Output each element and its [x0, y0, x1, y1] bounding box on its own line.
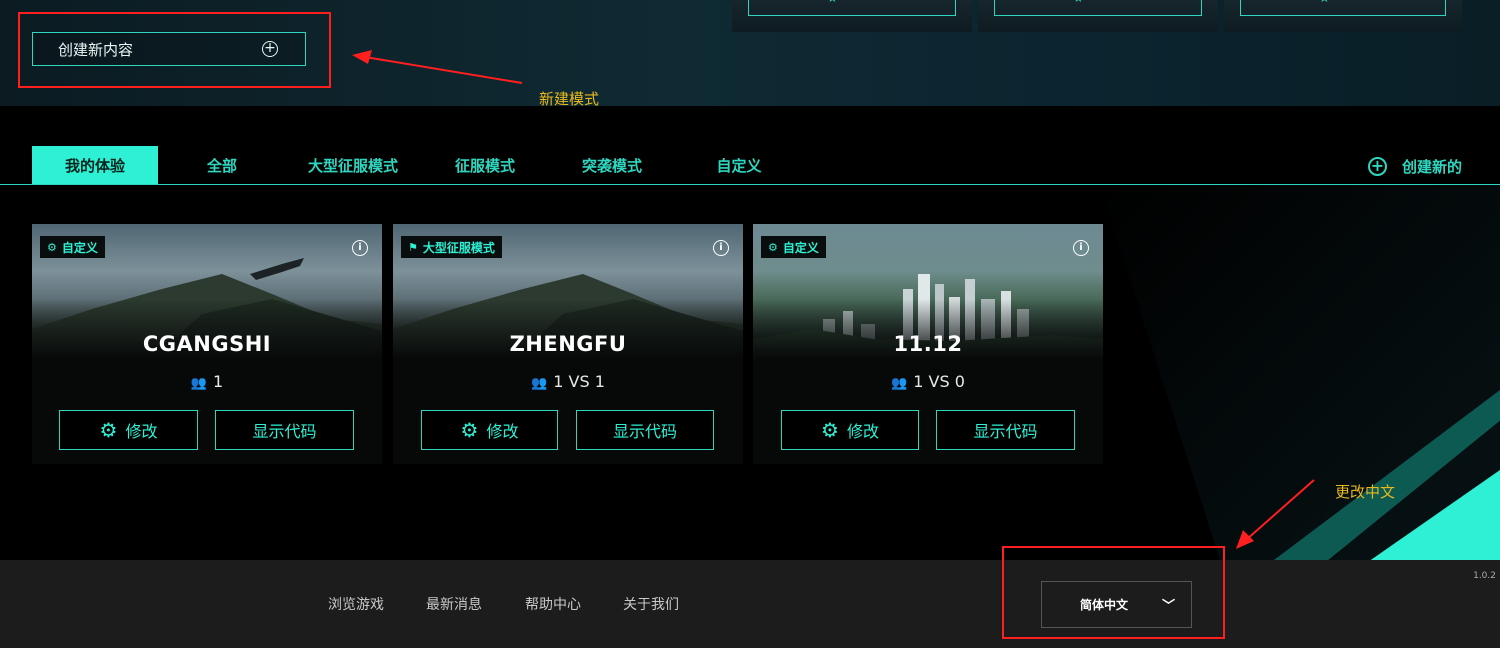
- player-count: 👥 1: [32, 372, 382, 391]
- hero-tile: [732, 0, 972, 32]
- version-label: 1.0.2: [1473, 571, 1496, 581]
- experience-title: ZHENGFU: [509, 332, 627, 356]
- annotation-box-language: [1002, 546, 1225, 639]
- mode-badge: ⚑ 大型征服模式: [401, 236, 502, 258]
- create-new-label: 创建新的: [1401, 158, 1462, 176]
- background-decor: [1100, 185, 1500, 560]
- tab-breakthrough-large[interactable]: 大型征服模式: [294, 146, 412, 184]
- mode-badge-label: 自定义: [782, 240, 819, 255]
- experience-card[interactable]: ⚑ 大型征服模式 i ZHENGFU 👥 1 VS 1 ⚙ 修改 显示代码: [393, 224, 743, 464]
- gear-icon: ⚙: [47, 240, 57, 254]
- mode-tabs: 我的体验 全部 大型征服模式 征服模式 突袭模式 自定义 + 创建新的: [0, 146, 1500, 185]
- footer-link-about[interactable]: 关于我们: [623, 594, 679, 614]
- gear-icon: ⚙: [768, 240, 778, 254]
- experience-title: 11.12: [893, 332, 963, 356]
- player-count: 👥 1 VS 1: [393, 372, 743, 391]
- footer-link-help[interactable]: 帮助中心: [525, 594, 581, 614]
- show-code-button[interactable]: 显示代码: [936, 410, 1075, 450]
- create-new-link[interactable]: + 创建新的: [1367, 156, 1462, 177]
- mode-badge-label: 大型征服模式: [422, 240, 495, 255]
- flag-icon: ⚑: [408, 240, 418, 254]
- edit-label: 修改: [486, 422, 519, 441]
- annotation-label-change-language: 更改中文: [1335, 483, 1396, 501]
- players-icon: 👥: [891, 376, 908, 391]
- tab-all[interactable]: 全部: [186, 146, 258, 184]
- edit-button[interactable]: ⚙ 修改: [781, 410, 919, 450]
- players-icon: 👥: [531, 376, 548, 391]
- tab-my-experience[interactable]: 我的体验: [32, 146, 158, 184]
- player-count-value: 1 VS 0: [913, 372, 965, 391]
- mode-badge: ⚙ 自定义: [40, 236, 105, 258]
- tab-custom[interactable]: 自定义: [706, 146, 772, 184]
- player-count: 👥 1 VS 0: [753, 372, 1103, 391]
- footer-link-browse[interactable]: 浏览游戏: [328, 594, 384, 614]
- edit-button[interactable]: ⚙ 修改: [59, 410, 198, 450]
- edit-label: 修改: [125, 422, 158, 441]
- tab-rush[interactable]: 突袭模式: [572, 146, 652, 184]
- gear-icon: ⚙: [460, 418, 479, 442]
- aircraft-icon: [250, 258, 304, 280]
- annotation-label-new-mode: 新建模式: [539, 90, 600, 108]
- annotation-box-create: [18, 12, 331, 88]
- tab-conquest[interactable]: 征服模式: [446, 146, 524, 184]
- mode-badge-label: 自定义: [61, 240, 98, 255]
- show-code-button[interactable]: 显示代码: [576, 410, 714, 450]
- hero-tile: [1224, 0, 1462, 32]
- hero-tile-button[interactable]: [1240, 0, 1446, 16]
- edit-button[interactable]: ⚙ 修改: [421, 410, 558, 450]
- info-icon[interactable]: i: [1073, 240, 1089, 256]
- hero-tile: [978, 0, 1218, 32]
- show-code-button[interactable]: 显示代码: [215, 410, 354, 450]
- gear-icon: ⚙: [99, 418, 118, 442]
- mode-badge: ⚙ 自定义: [761, 236, 826, 258]
- players-icon: 👥: [190, 376, 207, 391]
- hero-tile-button[interactable]: [748, 0, 956, 16]
- player-count-value: 1: [213, 372, 224, 391]
- footer-link-news[interactable]: 最新消息: [426, 594, 482, 614]
- edit-label: 修改: [846, 422, 879, 441]
- experience-title: CGANGSHI: [142, 332, 272, 356]
- player-count-value: 1 VS 1: [553, 372, 605, 391]
- hero-tile-button[interactable]: [994, 0, 1202, 16]
- plus-circle-icon: +: [1367, 157, 1387, 176]
- gear-icon: ⚙: [821, 418, 839, 442]
- experience-card[interactable]: ⚙ 自定义 i CGANGSHI 👥 1 ⚙ 修改 显示代码: [32, 224, 382, 464]
- experience-card[interactable]: ⚙ 自定义 i 11.12 👥 1 VS 0 ⚙ 修改 显示代码: [753, 224, 1103, 464]
- footer: 浏览游戏 最新消息 帮助中心 关于我们 简体中文 ﹀ 1.0.2: [0, 560, 1500, 648]
- info-icon[interactable]: i: [352, 240, 368, 256]
- info-icon[interactable]: i: [713, 240, 729, 256]
